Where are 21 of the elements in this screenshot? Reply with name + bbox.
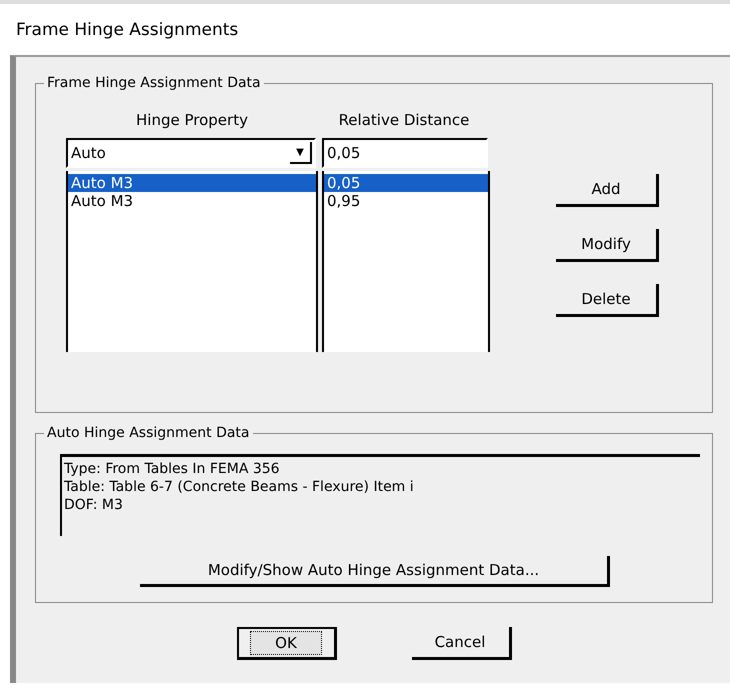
list-item[interactable]: 0,95 [324, 192, 488, 210]
group-title: Auto Hinge Assignment Data [44, 424, 253, 442]
info-line: Table: Table 6-7 (Concrete Beams - Flexure) Item i [64, 478, 415, 496]
group-title: Frame Hinge Assignment Data [44, 74, 264, 92]
dialog-button[interactable]: OK [236, 627, 336, 660]
column-header: Hinge Property [135, 111, 249, 129]
dropdown-button[interactable]: ▼ [290, 142, 312, 164]
relative-distance-field[interactable]: 0,05 [322, 138, 488, 168]
action-button[interactable]: Modify [556, 229, 659, 262]
window-title: Frame Hinge Assignments [16, 20, 238, 40]
list-item[interactable]: Auto M3 [68, 192, 316, 210]
column-header: Relative Distance [338, 111, 470, 129]
dialog-button[interactable]: Cancel [412, 627, 512, 660]
hinge-property-dropdown[interactable]: Auto ▼ [66, 138, 316, 168]
modify-show-button[interactable]: Modify/Show Auto Hinge Assignment Data... [140, 556, 610, 587]
list-item[interactable]: Auto M3 [68, 174, 316, 192]
action-button[interactable]: Delete [556, 284, 659, 317]
list-item[interactable]: 0,05 [324, 174, 488, 192]
info-line: Type: From Tables In FEMA 356 [64, 460, 281, 478]
action-button[interactable]: Add [556, 174, 659, 207]
info-line: DOF: M3 [64, 496, 124, 514]
